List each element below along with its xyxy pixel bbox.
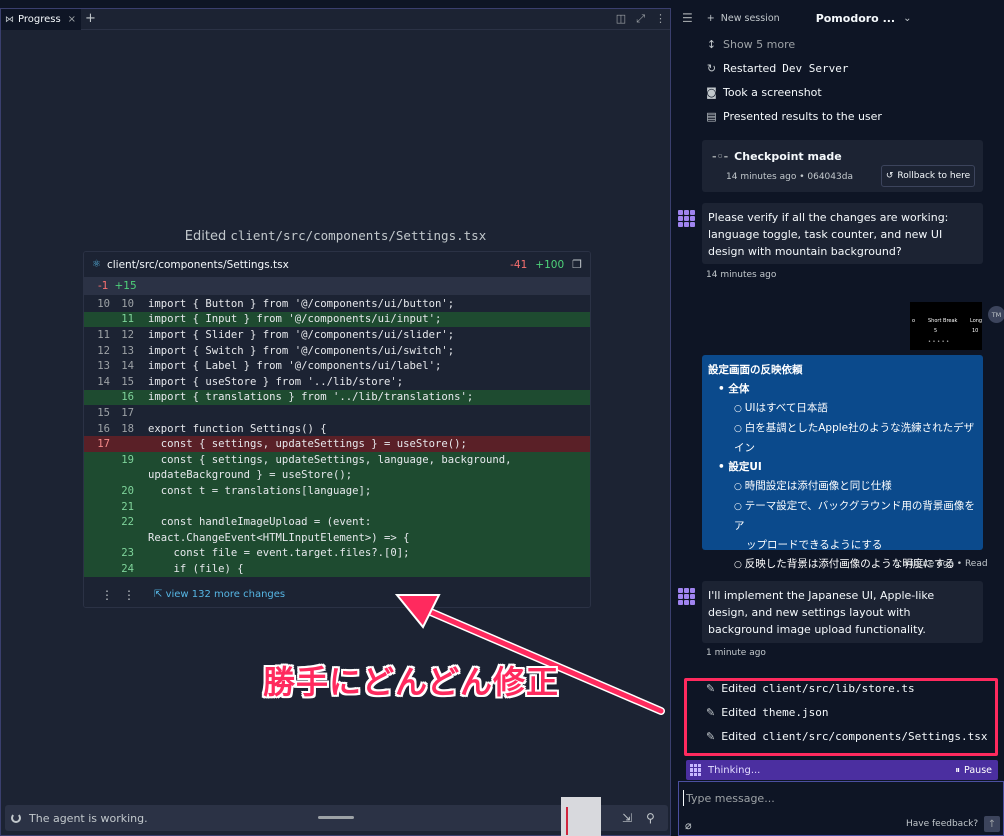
agent-logo-icon xyxy=(678,588,695,605)
list-item: 全体 xyxy=(708,380,977,399)
list-item: テーマ設定で、バックグラウンド用の背景画像をア xyxy=(708,497,977,536)
edited-file-path: client/src/components/Settings.tsx xyxy=(762,730,988,743)
agent-status-bar: The agent is working. ⇲ ⚲ xyxy=(5,797,668,836)
action-presented: ▤ Presented results to the user xyxy=(706,110,882,123)
chat-pane: ☰ + New session Pomodoro ... ⌄ ↕ Show 5 … xyxy=(672,0,1004,836)
show-more-button[interactable]: ↕ Show 5 more xyxy=(706,38,795,51)
attached-image[interactable]: o Short Break Long 5 10 • • • • • xyxy=(910,302,982,350)
menu-icon[interactable]: ☰ xyxy=(682,11,693,25)
user-message: 設定画面の反映依頼 全体 UIはすべて日本語 白を基調としたApple社のような… xyxy=(702,355,983,570)
presented-label: Presented results to the user xyxy=(723,110,882,123)
show-more-label: Show 5 more xyxy=(723,38,796,51)
rollback-button[interactable]: ↺ Rollback to here xyxy=(881,165,975,187)
message-time: 1 minute ago • Read xyxy=(894,559,988,569)
action-restarted: ↻ Restarted Dev Server xyxy=(706,62,849,75)
message-time: 14 minutes ago xyxy=(706,270,777,280)
thumb-text: o xyxy=(912,318,916,324)
new-session-button[interactable]: + New session xyxy=(707,13,780,24)
checkpoint-card: -◦- Checkpoint made 14 minutes ago • 064… xyxy=(702,140,983,192)
restart-icon: ↻ xyxy=(706,62,717,75)
edited-file-row[interactable]: ✎ Edited client/src/components/Settings.… xyxy=(706,730,987,743)
thumb-text: 10 xyxy=(972,328,979,334)
pause-icon: ⏸ xyxy=(955,764,961,776)
annotation-arrow xyxy=(394,594,665,715)
open-external-icon[interactable]: ⇲ xyxy=(622,811,632,825)
edited-file-path: client/src/lib/store.ts xyxy=(762,682,915,695)
rollback-label: Rollback to here xyxy=(897,171,971,181)
agent-logo-icon xyxy=(678,210,695,227)
message-composer: ⌀ Have feedback? ↑ xyxy=(678,781,1004,836)
message-input[interactable] xyxy=(683,790,963,806)
chat-header: ☰ + New session Pomodoro ... ⌄ xyxy=(672,0,1004,36)
agent-message: I'll implement the Japanese UI, Apple-li… xyxy=(702,581,983,643)
list-item: 白を基調としたApple社のような洗練されたデザイン xyxy=(708,419,977,458)
edit-icon: ✎ xyxy=(706,730,716,743)
edited-prefix: Edited xyxy=(721,682,757,695)
restarted-prefix: Restarted xyxy=(723,62,777,75)
thumb-text: Long xyxy=(970,318,983,324)
pause-button[interactable]: ⏸ Pause xyxy=(955,765,992,776)
thinking-indicator: Thinking... ⏸ Pause xyxy=(686,760,998,780)
edit-icon: ✎ xyxy=(706,682,716,695)
rollback-icon: ↺ xyxy=(885,171,894,181)
edited-file-row[interactable]: ✎ Edited theme.json xyxy=(706,706,829,719)
pin-icon[interactable]: ⚲ xyxy=(646,811,655,825)
message-time: 1 minute ago xyxy=(706,648,766,658)
edit-icon: ✎ xyxy=(706,706,716,719)
annotation-text: 勝手にどんどん修正 xyxy=(263,663,560,701)
collapse-icon: ↕ xyxy=(706,38,717,51)
list-item: ップロードできるようにする xyxy=(746,539,883,551)
drag-handle[interactable] xyxy=(318,816,354,819)
restarted-name: Dev Server xyxy=(782,62,849,75)
edited-prefix: Edited xyxy=(721,730,757,743)
thinking-label: Thinking... xyxy=(708,764,761,776)
spinner-icon xyxy=(11,813,21,823)
agent-message: Please verify if all the changes are wor… xyxy=(702,203,983,264)
checkpoint-title: Checkpoint made xyxy=(734,150,842,163)
send-button[interactable]: ↑ xyxy=(984,816,1000,832)
new-session-label: New session xyxy=(720,12,780,24)
thumb-text: • • • • • xyxy=(928,339,950,345)
user-message-heading: 設定画面の反映依頼 xyxy=(708,364,803,376)
screenshot-label: Took a screenshot xyxy=(723,86,822,99)
list-item: 設定UI xyxy=(708,458,977,477)
feedback-link[interactable]: Have feedback? xyxy=(906,819,978,829)
thumb-text: Short Break xyxy=(928,318,958,324)
avatar[interactable]: TM xyxy=(988,306,1004,323)
agent-logo-icon xyxy=(690,764,702,776)
session-title[interactable]: Pomodoro ... xyxy=(816,12,895,25)
document-icon: ▤ xyxy=(706,110,717,123)
checkpoint-meta: 14 minutes ago • 064043da xyxy=(726,172,853,182)
commit-icon: -◦- xyxy=(712,150,729,163)
chevron-down-icon[interactable]: ⌄ xyxy=(903,13,911,24)
paperclip-icon[interactable]: ⌀ xyxy=(685,819,692,832)
progress-pane: ⋈ Progress × + ◫ ⤢ ⋮ Edited client/src/c… xyxy=(0,8,671,836)
edited-file-row[interactable]: ✎ Edited client/src/lib/store.ts xyxy=(706,682,915,695)
list-item: 時間設定は添付画像と同じ仕様 xyxy=(708,477,977,497)
camera-icon: ◙ xyxy=(706,86,717,99)
preview-thumbnail[interactable] xyxy=(561,797,601,836)
edited-prefix: Edited xyxy=(721,706,757,719)
edited-file-path: theme.json xyxy=(762,706,829,719)
action-screenshot: ◙ Took a screenshot xyxy=(706,86,822,99)
thumb-text: 5 xyxy=(934,328,938,334)
agent-status-text: The agent is working. xyxy=(29,811,148,825)
pause-label: Pause xyxy=(964,764,992,776)
list-item: UIはすべて日本語 xyxy=(708,399,977,419)
